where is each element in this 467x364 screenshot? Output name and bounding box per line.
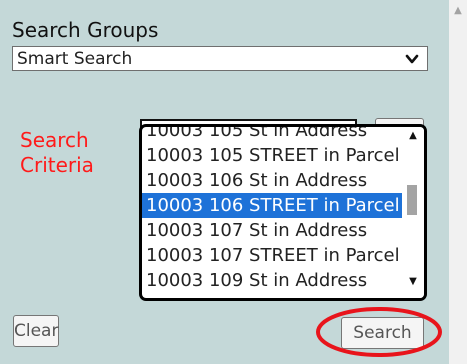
search-result-item[interactable]: 10003 107 St in Address — [142, 218, 402, 243]
search-result-item[interactable]: 10003 106 St in Address — [142, 168, 402, 193]
search-button[interactable]: Search — [341, 317, 424, 349]
list-scroll-thumb[interactable] — [407, 185, 417, 215]
search-criteria-label: Search Criteria — [20, 128, 94, 177]
clear-button[interactable]: Clear — [13, 315, 59, 347]
list-scrollbar[interactable]: ▲ ▼ — [402, 127, 424, 298]
page-scrollbar[interactable]: ▲ — [449, 0, 467, 364]
search-result-item[interactable]: 10003 107 STREET in Parcel — [142, 243, 402, 268]
search-groups-select[interactable]: Smart Search — [12, 46, 428, 71]
scroll-up-arrow-icon[interactable]: ▲ — [402, 127, 424, 145]
search-groups-selected-value: Smart Search — [17, 49, 133, 69]
search-result-item[interactable]: 10003 106 STREET in Parcel — [142, 193, 402, 218]
chevron-down-icon — [405, 54, 419, 64]
search-result-item[interactable]: 10003 109 St in Address — [142, 268, 402, 293]
search-groups-title: Search Groups — [12, 18, 159, 42]
search-result-item[interactable]: 10003 105 St in Address — [142, 127, 402, 143]
search-results-list[interactable]: 10003 105 St in Address 10003 105 STREET … — [139, 124, 427, 301]
search-panel: Search Groups Smart Search Search Criter… — [0, 0, 449, 364]
page-scroll-up-icon[interactable]: ▲ — [449, 0, 467, 22]
scroll-down-arrow-icon[interactable]: ▼ — [402, 273, 424, 291]
search-result-item[interactable]: 10003 105 STREET in Parcel — [142, 143, 402, 168]
